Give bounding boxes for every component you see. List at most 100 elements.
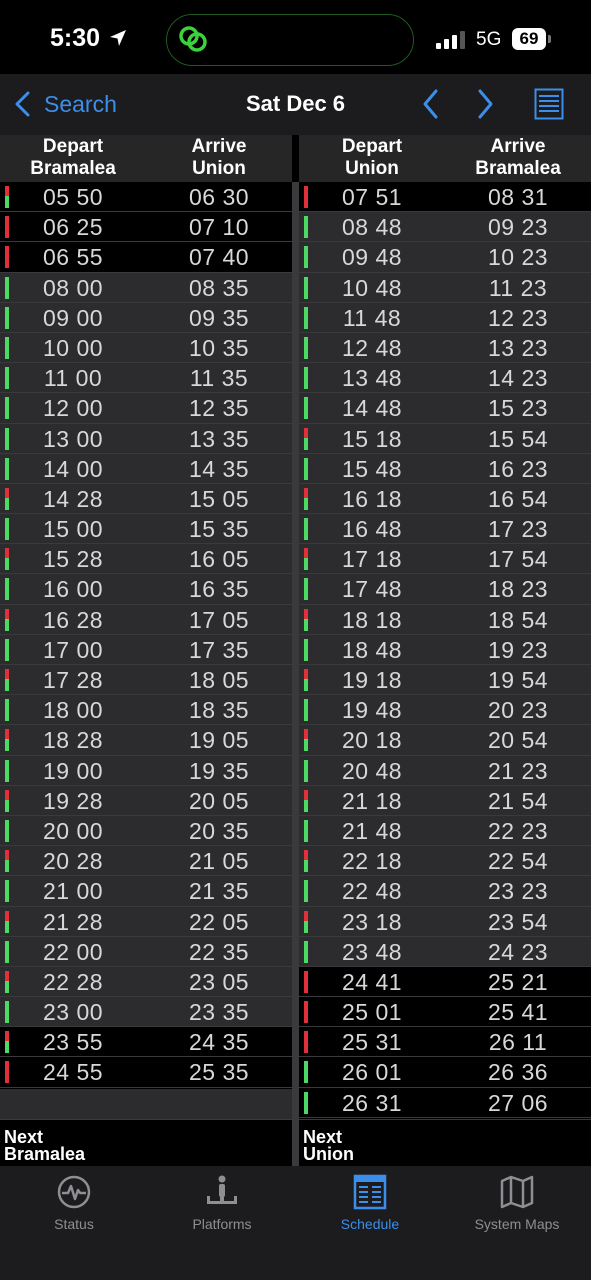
back-button[interactable]: Search (14, 86, 117, 122)
back-label: Search (44, 90, 117, 117)
schedule-row[interactable]: 23 00 23 35 (0, 997, 292, 1028)
depart-time: 19 00 (42, 757, 104, 784)
eastbound-schedule-list[interactable]: 07 51 08 31 08 48 09 23 09 48 10 23 10 48 11 23… (299, 182, 591, 1118)
depart-time: 09 48 (341, 244, 403, 271)
depart-time: 21 18 (341, 787, 403, 814)
schedule-row[interactable]: 19 48 20 23 (299, 695, 591, 726)
schedule-row[interactable]: 23 18 23 54 (299, 906, 591, 937)
depart-time: 12 48 (341, 334, 403, 361)
depart-time: 26 31 (341, 1089, 403, 1116)
schedule-row[interactable]: 16 00 16 35 (0, 574, 292, 605)
schedule-row[interactable]: 18 18 18 54 (299, 604, 591, 635)
schedule-row[interactable]: 22 28 23 05 (0, 966, 292, 998)
schedule-row[interactable]: 23 55 24 35 (0, 1027, 292, 1058)
arrive-time: 17 54 (487, 546, 549, 573)
arrive-time: 25 35 (188, 1059, 250, 1086)
next-union-button[interactable]: Next Union (299, 1119, 591, 1167)
schedule-row[interactable]: 15 48 16 23 (299, 453, 591, 484)
arrive-time: 27 06 (487, 1089, 549, 1116)
schedule-row[interactable]: 18 00 18 35 (0, 695, 292, 726)
arrive-time: 12 23 (487, 304, 549, 331)
schedule-row[interactable]: 10 48 11 23 (299, 272, 591, 303)
link-rings-icon (179, 26, 207, 52)
schedule-row[interactable]: 22 00 22 35 (0, 936, 292, 967)
schedule-row[interactable]: 06 25 07 10 (0, 212, 292, 243)
tab-platforms[interactable]: Platforms (148, 1174, 296, 1236)
schedule-row[interactable]: 24 55 25 35 (0, 1057, 292, 1088)
schedule-row[interactable]: 25 31 26 11 (299, 1027, 591, 1058)
schedule-row[interactable]: 21 28 22 05 (0, 906, 292, 937)
schedule-row[interactable]: 10 00 10 35 (0, 332, 292, 364)
schedule-row[interactable]: 11 00 11 35 (0, 363, 292, 394)
tab-system-maps-label: System Maps (474, 1216, 560, 1232)
schedule-row[interactable]: 08 00 08 35 (0, 272, 292, 303)
depart-time: 10 48 (341, 274, 403, 301)
schedule-row[interactable]: 12 00 12 35 (0, 393, 292, 424)
schedule-row[interactable]: 11 48 12 23 (299, 302, 591, 333)
depart-time: 10 00 (42, 334, 104, 361)
list-view-icon[interactable] (534, 88, 564, 120)
schedule-row[interactable]: 20 48 21 23 (299, 755, 591, 786)
schedule-row[interactable]: 22 18 22 54 (299, 846, 591, 877)
schedule-row[interactable]: 20 00 20 35 (0, 815, 292, 847)
depart-time: 14 00 (42, 455, 104, 482)
schedule-row[interactable]: 19 28 20 05 (0, 785, 292, 816)
schedule-row[interactable]: 25 01 25 41 (299, 997, 591, 1028)
next-day-button[interactable] (474, 88, 496, 120)
schedule-row[interactable]: 16 18 16 54 (299, 483, 591, 515)
schedule-row[interactable]: 13 00 13 35 (0, 423, 292, 454)
schedule-row[interactable]: 19 18 19 54 (299, 665, 591, 696)
schedule-row[interactable]: 19 00 19 35 (0, 755, 292, 786)
schedule-row[interactable]: 26 01 26 36 (299, 1057, 591, 1088)
schedule-row[interactable]: 18 28 19 05 (0, 725, 292, 756)
arrive-time: 22 05 (188, 908, 250, 935)
tab-status[interactable]: Status (0, 1174, 148, 1236)
previous-day-button[interactable] (420, 88, 442, 120)
depart-time: 21 00 (42, 878, 104, 905)
schedule-row[interactable]: 16 28 17 05 (0, 604, 292, 635)
left-column-header: Depart Bramalea Arrive Union (0, 135, 292, 182)
schedule-row[interactable]: 17 48 18 23 (299, 574, 591, 605)
schedule-row[interactable]: 12 48 13 23 (299, 332, 591, 364)
schedule-row[interactable]: 17 18 17 54 (299, 544, 591, 575)
next-bramalea-button[interactable]: Next Bramalea (0, 1119, 292, 1167)
schedule-row[interactable]: 23 48 24 23 (299, 936, 591, 967)
schedule-row[interactable]: 09 00 09 35 (0, 302, 292, 333)
arrive-time: 23 23 (487, 878, 549, 905)
schedule-row[interactable]: 17 28 18 05 (0, 665, 292, 696)
arrive-time: 14 35 (188, 455, 250, 482)
arrive-time: 21 35 (188, 878, 250, 905)
schedule-row[interactable]: 21 00 21 35 (0, 876, 292, 907)
arrive-time: 20 54 (487, 727, 549, 754)
schedule-row[interactable]: 24 41 25 21 (299, 966, 591, 998)
schedule-row[interactable]: 15 00 15 35 (0, 514, 292, 545)
schedule-row[interactable]: 21 48 22 23 (299, 815, 591, 847)
schedule-row[interactable]: 20 18 20 54 (299, 725, 591, 756)
depart-union-header: Depart Union (341, 136, 403, 179)
tab-schedule[interactable]: Schedule (296, 1174, 444, 1236)
arrive-time: 13 35 (188, 425, 250, 452)
schedule-row[interactable]: 14 28 15 05 (0, 483, 292, 515)
schedule-row[interactable]: 09 48 10 23 (299, 242, 591, 273)
tab-system-maps[interactable]: System Maps (443, 1174, 591, 1236)
schedule-row[interactable]: 18 48 19 23 (299, 634, 591, 665)
schedule-row[interactable]: 20 28 21 05 (0, 846, 292, 877)
schedule-row[interactable]: 16 48 17 23 (299, 514, 591, 545)
westbound-schedule-list[interactable]: 05 50 06 30 06 25 07 10 06 55 07 40 08 00 08 35… (0, 182, 292, 1088)
schedule-row[interactable]: 21 18 21 54 (299, 785, 591, 816)
schedule-row[interactable]: 06 55 07 40 (0, 242, 292, 273)
schedule-row[interactable]: 13 48 14 23 (299, 363, 591, 394)
arrive-time: 14 23 (487, 365, 549, 392)
schedule-row[interactable]: 14 00 14 35 (0, 453, 292, 484)
schedule-row[interactable]: 15 18 15 54 (299, 423, 591, 454)
schedule-row[interactable]: 26 31 27 06 (299, 1087, 591, 1118)
arrive-time: 11 35 (189, 365, 249, 392)
schedule-row[interactable]: 05 50 06 30 (0, 182, 292, 213)
schedule-row[interactable]: 14 48 15 23 (299, 393, 591, 424)
schedule-row[interactable]: 22 48 23 23 (299, 876, 591, 907)
status-bar: 5:30 5G 69 (0, 0, 591, 74)
schedule-row[interactable]: 07 51 08 31 (299, 182, 591, 213)
schedule-row[interactable]: 17 00 17 35 (0, 634, 292, 665)
schedule-row[interactable]: 08 48 09 23 (299, 212, 591, 243)
schedule-row[interactable]: 15 28 16 05 (0, 544, 292, 575)
